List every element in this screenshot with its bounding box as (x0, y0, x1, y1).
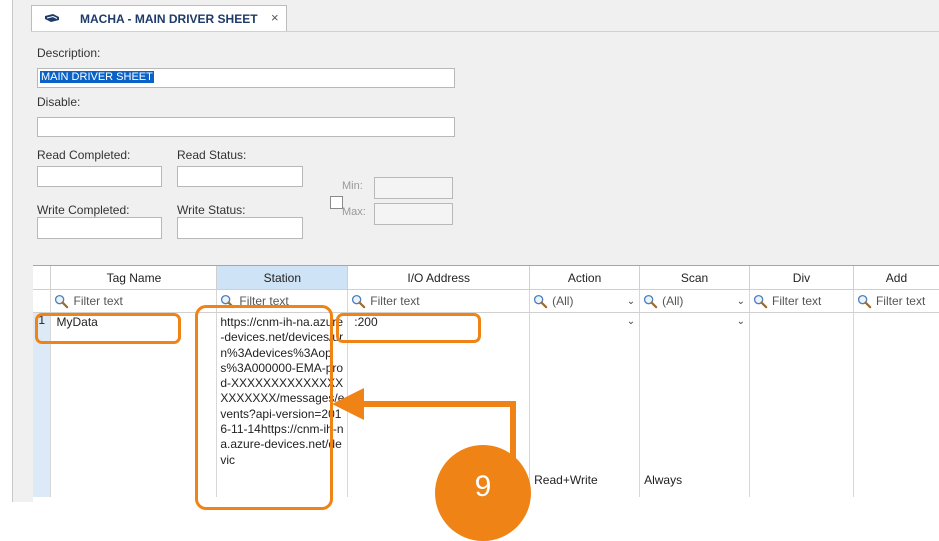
filter-action[interactable]: (All) ⌄ (529, 289, 641, 313)
annotation-station-highlight (195, 305, 333, 510)
col-header-tag-name[interactable]: Tag Name (50, 266, 218, 290)
header-row: Tag Name Station I/O Address Action Scan… (33, 266, 939, 290)
filter-tag-name[interactable]: Filter text (50, 289, 218, 313)
col-header-add[interactable]: Add (853, 266, 939, 290)
read-status-label: Read Status: (177, 148, 247, 162)
min-field[interactable] (374, 177, 453, 199)
filter-tag-name-text: Filter text (73, 294, 123, 308)
row-header-corner (33, 266, 52, 290)
col-header-station[interactable]: Station (216, 266, 349, 290)
chevron-down-icon[interactable]: ⌄ (627, 316, 635, 327)
filter-io-address[interactable]: Filter text (347, 289, 531, 313)
col-header-div[interactable]: Div (749, 266, 854, 290)
cell-div[interactable] (749, 312, 854, 497)
filter-row: Filter text Filter text Filter text (All… (33, 289, 939, 313)
magnifier-icon (857, 294, 872, 308)
chevron-down-icon[interactable]: ⌄ (627, 296, 635, 307)
filter-row-corner (33, 289, 52, 313)
cell-scan[interactable]: ⌄ Always (639, 312, 750, 497)
magnifier-icon (55, 294, 69, 308)
cell-add[interactable] (853, 312, 939, 497)
write-completed-label: Write Completed: (37, 203, 130, 217)
max-field[interactable] (374, 203, 453, 225)
description-label: Description: (37, 46, 101, 60)
read-completed-field[interactable] (37, 166, 162, 187)
action-value: Read+Write (534, 473, 598, 487)
filter-add-text: Filter text (875, 294, 926, 308)
filter-scan-text: (All) (662, 294, 684, 308)
filter-scan[interactable]: (All) ⌄ (639, 289, 750, 313)
col-header-action[interactable]: Action (529, 266, 641, 290)
filter-action-text: (All) (552, 294, 574, 308)
write-status-label: Write Status: (177, 203, 246, 217)
col-header-scan[interactable]: Scan (639, 266, 750, 290)
step-badge: 9 (435, 445, 531, 541)
close-icon[interactable]: × (271, 10, 279, 25)
description-field[interactable]: MAIN DRIVER SHEET (37, 68, 455, 88)
filter-div[interactable]: Filter text (749, 289, 854, 313)
driver-icon (45, 14, 59, 22)
write-status-field[interactable] (177, 217, 303, 239)
magnifier-icon (753, 294, 768, 308)
max-label: Max: (342, 206, 366, 218)
magnifier-icon (644, 294, 658, 308)
properties-panel: Description: MAIN DRIVER SHEET Disable: … (31, 31, 939, 258)
annotation-io-address-highlight (336, 313, 481, 343)
tab-main-driver-sheet[interactable]: MACHA - MAIN DRIVER SHEET × (31, 5, 287, 32)
col-header-io-address[interactable]: I/O Address (347, 266, 531, 290)
magnifier-icon (352, 294, 366, 308)
filter-add[interactable]: Filter text (853, 289, 939, 313)
disable-label: Disable: (37, 95, 81, 109)
annotation-tag-name-highlight (35, 313, 181, 344)
tab-bar: MACHA - MAIN DRIVER SHEET × (13, 0, 939, 32)
tab-title: MACHA - MAIN DRIVER SHEET (80, 12, 258, 26)
filter-div-text: Filter text (772, 294, 822, 308)
magnifier-icon (534, 294, 548, 308)
filter-io-address-text: Filter text (370, 294, 420, 308)
read-status-field[interactable] (177, 166, 303, 187)
chevron-down-icon[interactable]: ⌄ (737, 316, 745, 327)
scan-value: Always (644, 473, 683, 487)
read-completed-label: Read Completed: (37, 148, 131, 162)
chevron-down-icon[interactable]: ⌄ (737, 296, 745, 307)
cell-action[interactable]: ⌄ Read+Write (529, 312, 641, 497)
write-completed-field[interactable] (37, 217, 162, 239)
min-label: Min: (342, 180, 363, 192)
description-value: MAIN DRIVER SHEET (40, 71, 154, 83)
disable-field[interactable] (37, 117, 455, 137)
